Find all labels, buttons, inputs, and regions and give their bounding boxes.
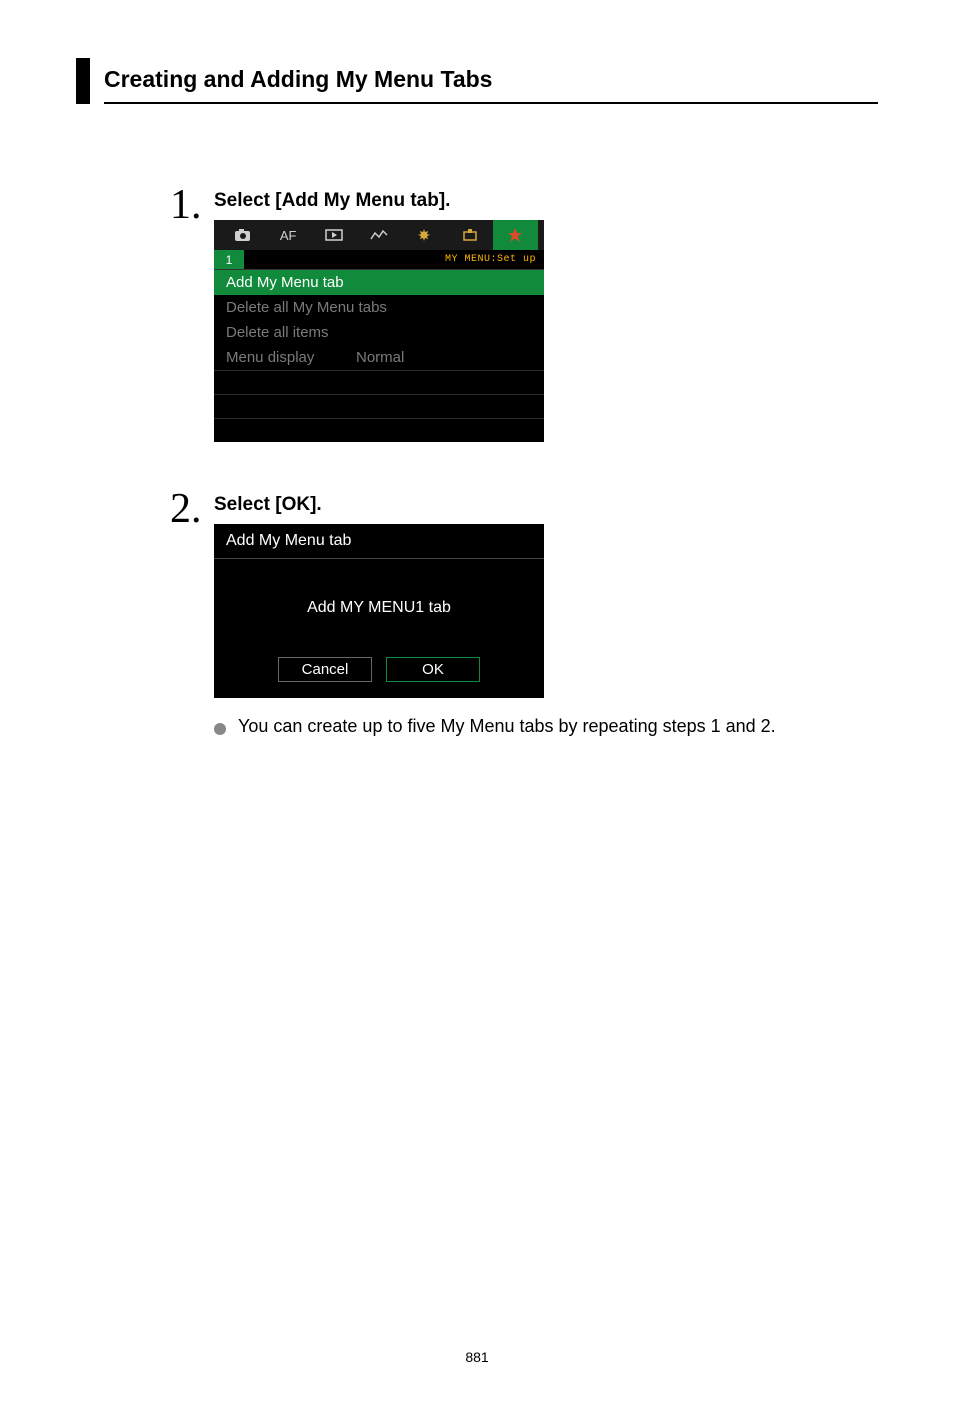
dialog-header: Add My Menu tab [214, 524, 544, 559]
cancel-button: Cancel [278, 657, 372, 682]
camera-subtabbar: 1 MY MENU:Set up [214, 250, 544, 270]
af-tab-label: AF [265, 228, 310, 243]
camera-menu-screenshot: AF [214, 220, 544, 442]
dialog-message: Add MY MENU1 tab [214, 559, 544, 657]
step-title: Select [Add My Menu tab]. [214, 190, 878, 212]
menu-item-empty [214, 370, 544, 394]
camera-dialog-screenshot: Add My Menu tab Add MY MENU1 tab Cancel … [214, 524, 544, 698]
menu-item-delete-all-tabs: Delete all My Menu tabs [214, 295, 544, 320]
page-number: 881 [0, 1349, 954, 1365]
menu-item-empty [214, 418, 544, 442]
bullet-icon [214, 723, 226, 735]
step-title: Select [OK]. [214, 494, 878, 516]
menu-item-menu-display: Menu display Normal [214, 345, 544, 370]
step-1: 1. Select [Add My Menu tab]. AF [170, 184, 878, 442]
menu-item-label: Delete all items [226, 324, 532, 341]
network-tab-icon [356, 229, 401, 241]
playback-tab-icon [311, 229, 356, 241]
menu-item-value: Normal [356, 349, 532, 366]
section-header: Creating and Adding My Menu Tabs [76, 58, 878, 104]
step-2: 2. Select [OK]. Add My Menu tab Add MY M… [170, 488, 878, 737]
camera-tabbar: AF [214, 220, 544, 250]
menu-item-label: Menu display [226, 349, 356, 366]
menu-item-delete-all-items: Delete all items [214, 320, 544, 345]
mymenu-tab-icon [493, 220, 538, 250]
camera-tab-icon [220, 228, 265, 242]
menu-item-label: Delete all My Menu tabs [226, 299, 532, 316]
ok-button: OK [386, 657, 480, 682]
note-text: You can create up to five My Menu tabs b… [238, 716, 776, 737]
step-number: 1. [170, 184, 214, 226]
subtab-label: MY MENU:Set up [244, 254, 544, 265]
menu-item-empty [214, 394, 544, 418]
menu-item-label: Add My Menu tab [226, 274, 532, 291]
camera-menu-list: Add My Menu tab Delete all My Menu tabs … [214, 270, 544, 442]
title-accent-bar [76, 58, 90, 104]
dialog-buttons: Cancel OK [214, 657, 544, 698]
setup-tab-icon [402, 228, 447, 242]
step-number: 2. [170, 488, 214, 530]
menu-item-add-my-menu-tab: Add My Menu tab [214, 270, 544, 295]
page-title: Creating and Adding My Menu Tabs [104, 58, 878, 104]
subtab-index: 1 [214, 250, 244, 269]
content: 1. Select [Add My Menu tab]. AF [170, 184, 878, 737]
custom-tab-icon [447, 228, 492, 242]
step-note: You can create up to five My Menu tabs b… [214, 716, 878, 737]
